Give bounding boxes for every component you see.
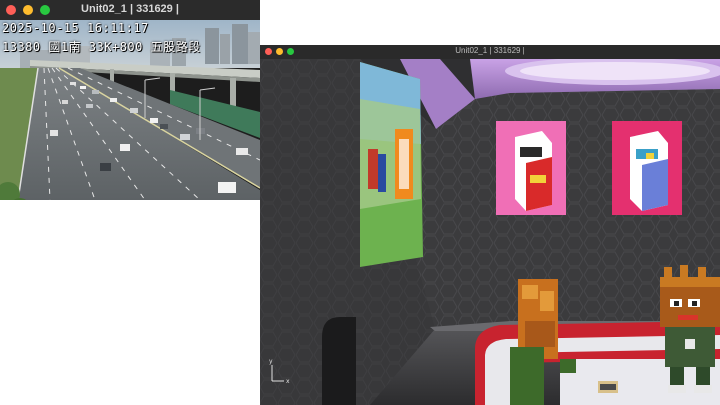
title-bar[interactable]: Unit02_1 | 331629 | (0, 0, 260, 21)
doorway (322, 317, 356, 405)
camera-location: 13380 國1南 33K+800 五股路段 (2, 40, 201, 54)
projection-screen (360, 62, 423, 267)
axis-y-label: y (269, 358, 273, 365)
camera-window[interactable]: Unit02_1 | 331629 | 2025-10-15 16:11:17 … (0, 0, 260, 200)
poster-pink (496, 121, 566, 215)
poster-red (612, 121, 682, 215)
axis-x-label: x (286, 378, 290, 385)
3d-room-view[interactable]: y x (260, 59, 720, 405)
title-bar[interactable]: Unit02_1 | 331629 | (260, 45, 720, 60)
camera-timestamp: 2025-10-15 16:11:17 (2, 21, 149, 35)
window-title: Unit02_1 | 331629 | (81, 3, 179, 15)
window-title: Unit02_1 | 331629 | (455, 46, 525, 55)
scene-window[interactable]: Unit02_1 | 331629 | y x (260, 45, 720, 405)
